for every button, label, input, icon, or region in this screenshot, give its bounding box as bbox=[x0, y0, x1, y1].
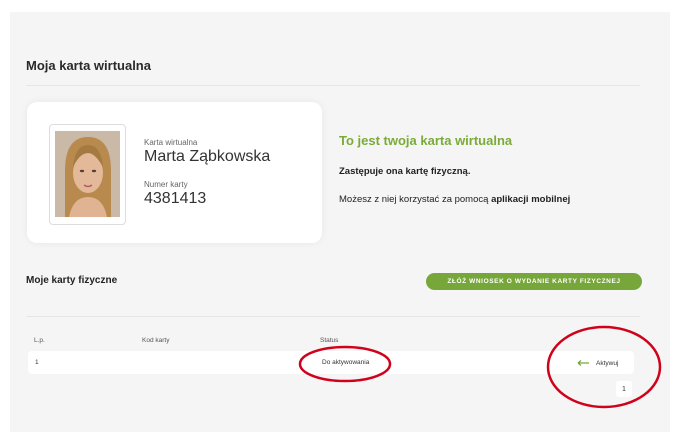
title-divider bbox=[26, 85, 640, 86]
activate-button[interactable]: Aktywuj bbox=[570, 354, 630, 372]
column-header-lp: L.p. bbox=[34, 337, 45, 344]
pagination-page[interactable]: 1 bbox=[616, 381, 632, 397]
physical-cards-title: Moje karty fizyczne bbox=[26, 275, 118, 286]
mobile-app-link: aplikacji mobilnej bbox=[491, 194, 571, 205]
activate-label: Aktywuj bbox=[596, 359, 619, 367]
info-line-2: Możesz z niej korzystać za pomocą aplika… bbox=[339, 194, 570, 205]
photo-frame bbox=[49, 124, 126, 225]
info-line-1: Zastępuje ona kartę fizyczną. bbox=[339, 166, 471, 177]
virtual-card: Karta wirtualna Marta Ząbkowska Numer ka… bbox=[27, 102, 322, 243]
row-status: Do aktywowania bbox=[322, 359, 370, 366]
column-header-status: Status bbox=[320, 337, 339, 344]
arrow-left-icon bbox=[577, 360, 589, 366]
section-divider bbox=[26, 316, 640, 317]
holder-name: Marta Ząbkowska bbox=[144, 148, 271, 165]
page-title: Moja karta wirtualna bbox=[26, 58, 151, 73]
column-header-code: Kod karty bbox=[142, 337, 170, 344]
row-lp: 1 bbox=[35, 359, 39, 366]
card-number: 4381413 bbox=[144, 190, 207, 207]
info-title: To jest twoja karta wirtualna bbox=[339, 133, 513, 148]
apply-physical-card-button[interactable]: ZŁÓŻ WNIOSEK O WYDANIE KARTY FIZYCZNEJ bbox=[426, 273, 642, 290]
card-label: Karta wirtualna bbox=[144, 138, 198, 147]
avatar bbox=[55, 131, 120, 217]
number-label: Numer karty bbox=[144, 180, 188, 189]
info-line-2-prefix: Możesz z niej korzystać za pomocą bbox=[339, 194, 492, 205]
